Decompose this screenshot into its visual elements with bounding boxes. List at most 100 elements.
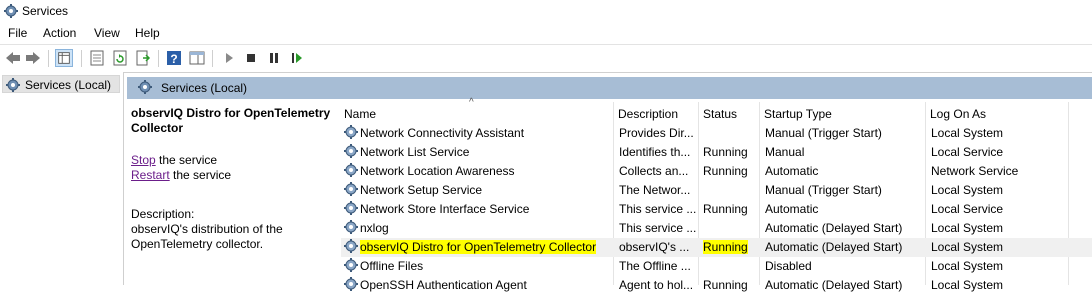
refresh-icon[interactable] <box>111 49 129 67</box>
service-gear-icon <box>343 238 359 257</box>
gear-icon <box>4 4 18 18</box>
stop-icon[interactable] <box>242 49 260 67</box>
console-tree: Services (Local) <box>0 72 124 285</box>
service-name: Network Connectivity Assistant <box>360 126 525 140</box>
service-gear-icon <box>343 143 359 162</box>
service-description: The Networ... <box>619 183 691 197</box>
service-description: observIQ's ... <box>619 240 690 254</box>
main-pane: Services (Local) observIQ Distro for Ope… <box>125 72 1092 292</box>
service-name: nxlog <box>360 221 389 235</box>
restart-suffix: the service <box>169 168 232 182</box>
show-hide-console-tree-icon[interactable] <box>55 49 73 67</box>
service-description: Collects an... <box>619 164 689 178</box>
service-gear-icon <box>343 200 359 219</box>
service-name: observIQ Distro for OpenTelemetry Collec… <box>360 240 597 254</box>
service-startup-type: Automatic (Delayed Start) <box>765 221 903 235</box>
properties-icon[interactable] <box>88 49 106 67</box>
forward-icon[interactable] <box>24 49 42 67</box>
service-startup-type: Manual (Trigger Start) <box>765 126 882 140</box>
column-header-name[interactable]: Name <box>341 102 613 126</box>
service-name: Network Setup Service <box>360 183 483 197</box>
service-status: Running <box>703 145 748 159</box>
service-gear-icon <box>343 162 359 181</box>
service-startup-type: Disabled <box>765 259 812 273</box>
service-gear-icon <box>343 219 359 238</box>
service-name: Network Location Awareness <box>360 164 515 178</box>
service-description: Provides Dir... <box>619 126 694 140</box>
service-gear-icon <box>343 124 359 143</box>
service-gear-icon <box>343 276 359 295</box>
restart-icon[interactable] <box>288 49 306 67</box>
svg-text:?: ? <box>170 52 177 66</box>
table-row[interactable]: OpenSSH Authentication Agent Agent to hol… <box>341 276 1092 295</box>
stop-suffix: the service <box>155 153 218 167</box>
service-log-on-as: Local System <box>931 221 1004 235</box>
table-row[interactable]: Network Setup Service The Networ... Manual… <box>341 181 1092 200</box>
gear-icon <box>138 80 152 94</box>
service-status: Running <box>703 278 748 292</box>
action-pane-icon[interactable] <box>188 49 206 67</box>
stop-service-link[interactable]: Stop <box>131 153 156 167</box>
restart-service-link[interactable]: Restart <box>131 168 170 182</box>
gear-icon <box>6 78 20 92</box>
table-row[interactable]: Network Location Awareness Collects an...… <box>341 162 1092 181</box>
menu-help[interactable]: Help <box>135 26 160 40</box>
service-log-on-as: Local Service <box>931 202 1004 216</box>
service-details: observIQ Distro for OpenTelemetry Collec… <box>131 106 336 252</box>
service-log-on-as: Local System <box>931 259 1004 273</box>
service-startup-type: Automatic <box>765 202 819 216</box>
service-gear-icon <box>343 257 359 276</box>
pane-header: Services (Local) <box>127 77 1092 99</box>
table-row[interactable]: Offline Files The Offline ... Disabled Loca… <box>341 257 1092 276</box>
table-row[interactable]: nxlog This service ... Automatic (Delayed … <box>341 219 1092 238</box>
selected-service-name: observIQ Distro for OpenTelemetry Collec… <box>131 106 331 135</box>
back-icon[interactable] <box>4 49 22 67</box>
description-text: observIQ's distribution of the OpenTelem… <box>131 222 283 251</box>
service-description: This service ... <box>619 221 697 235</box>
window-title: Services <box>22 4 69 18</box>
service-log-on-as: Local System <box>931 126 1004 140</box>
toolbar: ? <box>0 44 1092 73</box>
service-startup-type: Manual (Trigger Start) <box>765 183 882 197</box>
menu-view[interactable]: View <box>94 26 120 40</box>
play-icon[interactable] <box>220 49 238 67</box>
table-row[interactable]: observIQ Distro for OpenTelemetry Collec… <box>341 238 1092 257</box>
services-list: ^ Name Description Status Startup Type L… <box>341 97 1092 292</box>
service-startup-type: Manual <box>765 145 805 159</box>
menu-file[interactable]: File <box>8 26 27 40</box>
export-list-icon[interactable] <box>134 49 152 67</box>
description-label: Description: <box>131 207 195 221</box>
service-log-on-as: Network Service <box>931 164 1019 178</box>
pane-header-title: Services (Local) <box>161 81 248 95</box>
service-startup-type: Automatic <box>765 164 819 178</box>
service-name: OpenSSH Authentication Agent <box>360 278 527 292</box>
column-header-status[interactable]: Status <box>700 102 760 126</box>
service-startup-type: Automatic (Delayed Start) <box>765 240 903 254</box>
menu-action[interactable]: Action <box>43 26 76 40</box>
column-header-description[interactable]: Description <box>615 102 699 126</box>
service-log-on-as: Local Service <box>931 145 1004 159</box>
service-description: Identifies th... <box>619 145 691 159</box>
service-description: The Offline ... <box>619 259 691 273</box>
service-startup-type: Automatic (Delayed Start) <box>765 278 903 292</box>
pause-icon[interactable] <box>265 49 283 67</box>
service-status: Running <box>703 202 748 216</box>
table-row[interactable]: Network Connectivity Assistant Provides D… <box>341 124 1092 143</box>
tree-item-label: Services (Local) <box>25 78 112 92</box>
service-log-on-as: Local System <box>931 240 1004 254</box>
service-description: This service ... <box>619 202 697 216</box>
service-gear-icon <box>343 181 359 200</box>
service-name: Offline Files <box>360 259 424 273</box>
service-log-on-as: Local System <box>931 183 1004 197</box>
menu-bar: File Action View Help <box>0 22 1092 44</box>
help-icon[interactable]: ? <box>165 49 183 67</box>
tree-item-services-local[interactable]: Services (Local) <box>2 75 120 93</box>
table-row[interactable]: Network Store Interface Service This serv… <box>341 200 1092 219</box>
table-row[interactable]: Network List Service Identifies th... Runn… <box>341 143 1092 162</box>
service-name: Network Store Interface Service <box>360 202 530 216</box>
service-status: Running <box>703 240 748 254</box>
column-header-startup-type[interactable]: Startup Type <box>761 102 925 126</box>
service-log-on-as: Local System <box>931 278 1004 292</box>
column-header-log-on-as[interactable]: Log On As <box>927 102 1067 126</box>
service-status: Running <box>703 164 748 178</box>
